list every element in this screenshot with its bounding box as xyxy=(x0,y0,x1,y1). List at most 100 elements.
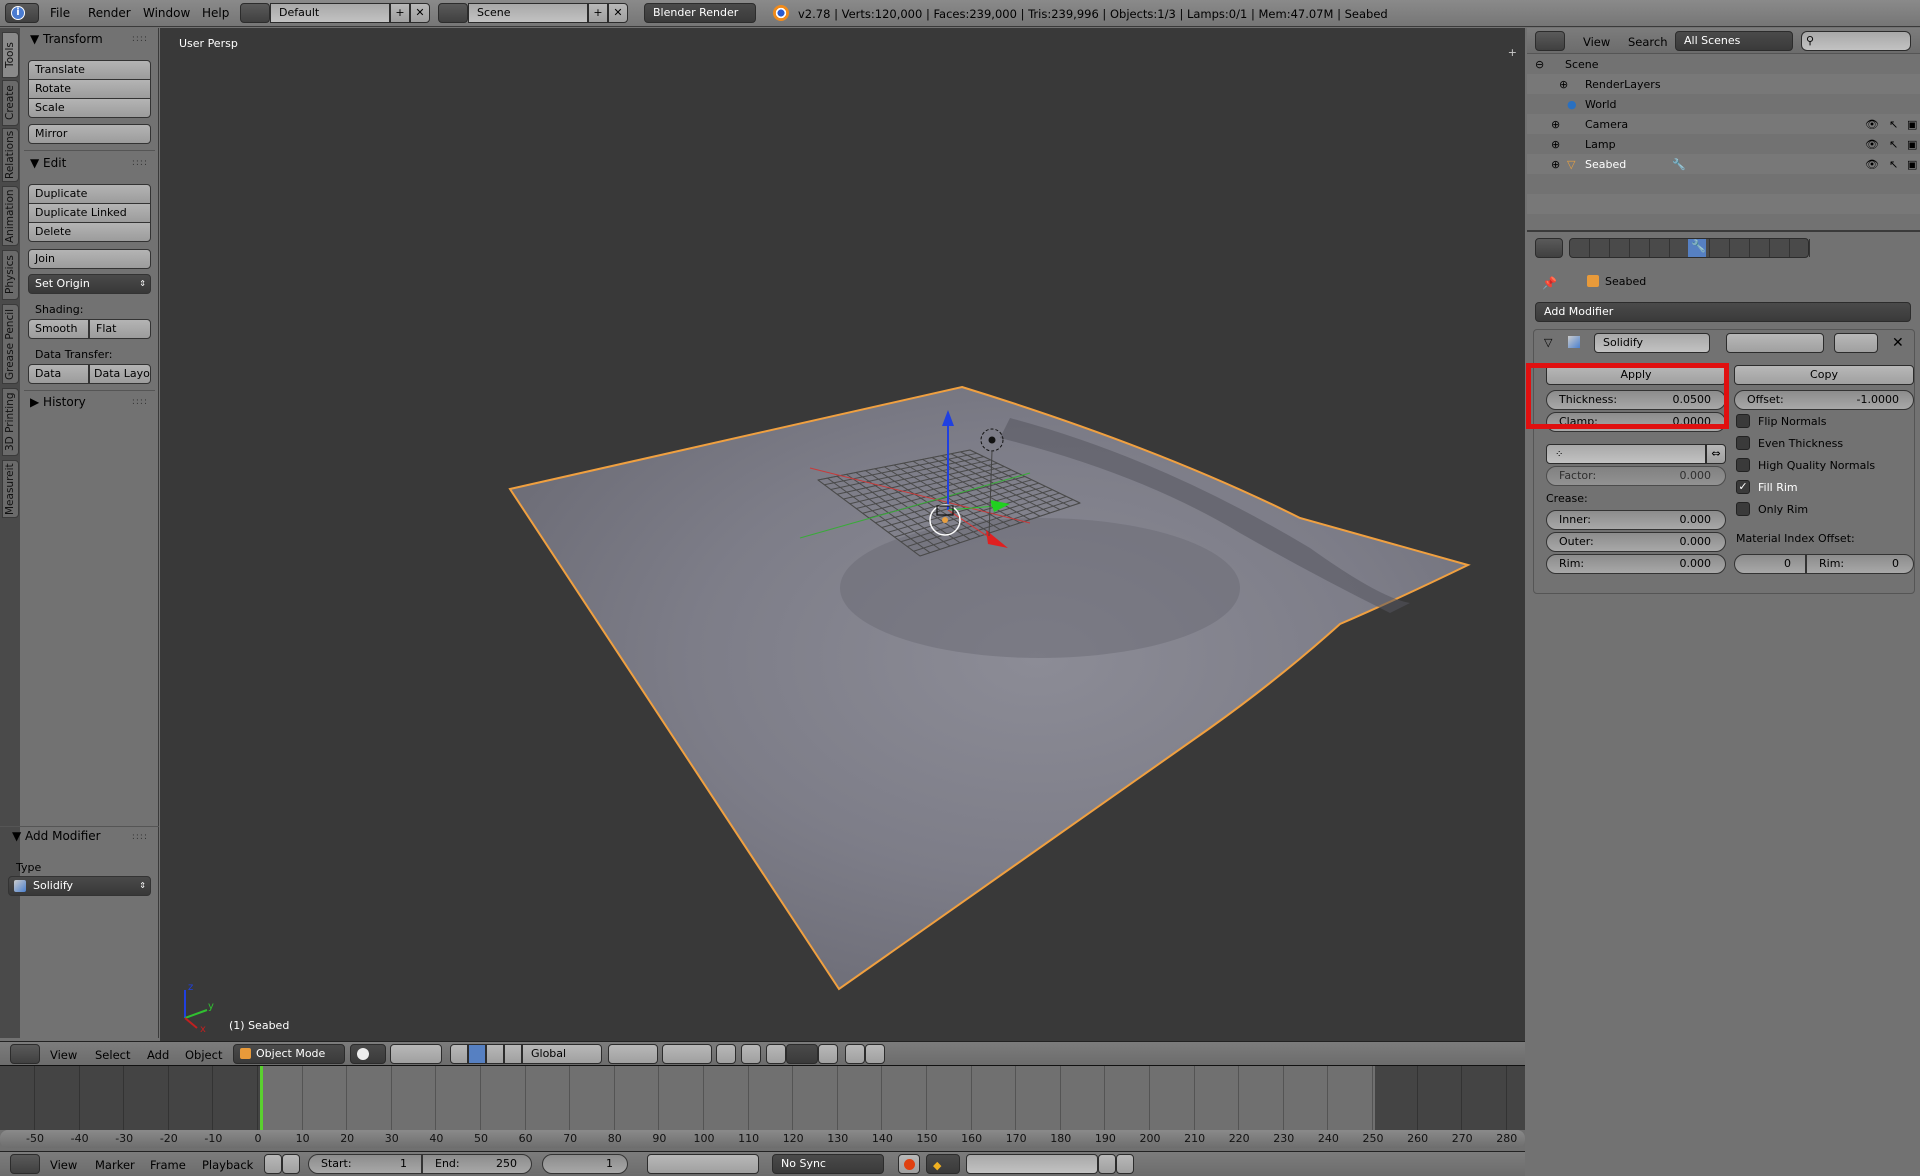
crease-inner-field[interactable]: Inner: 0.000 xyxy=(1546,510,1726,530)
mirror-button[interactable]: Mirror xyxy=(28,124,151,144)
render-camera-icon[interactable]: ▣ xyxy=(1907,138,1917,151)
3d-viewport[interactable]: User Persp + z y x (1) Seabed xyxy=(160,28,1525,1041)
tab-scene-icon[interactable] xyxy=(1610,239,1630,257)
wrench-modifier-icon[interactable]: 🔧 xyxy=(1672,158,1686,171)
select-cursor-icon[interactable]: ↖ xyxy=(1889,118,1898,131)
add-scene-button[interactable]: + xyxy=(588,3,608,23)
tab-texture-icon[interactable] xyxy=(1750,239,1770,257)
snap-toggle[interactable] xyxy=(766,1044,786,1064)
tab-3d-printing[interactable]: 3D Printing xyxy=(2,388,19,456)
move-modifier-buttons[interactable] xyxy=(1834,333,1878,353)
tab-physics-icon[interactable] xyxy=(1790,239,1810,257)
crease-outer-field[interactable]: Outer: 0.000 xyxy=(1546,532,1726,552)
menu-view[interactable]: View xyxy=(1583,35,1610,49)
modifier-tab-active[interactable]: 🔧 xyxy=(1688,239,1706,257)
tab-world-icon[interactable] xyxy=(1630,239,1650,257)
copy-button[interactable]: Copy xyxy=(1734,365,1914,385)
crease-rim-field[interactable]: Rim: 0.000 xyxy=(1546,554,1726,574)
outliner-search-input[interactable]: ⚲ xyxy=(1801,31,1911,51)
remove-modifier-icon[interactable]: ✕ xyxy=(1892,335,1904,351)
screen-layout-icon[interactable] xyxy=(240,3,270,23)
data-layout-button[interactable]: Data Layo xyxy=(89,364,151,384)
opengl-render-animation-button[interactable] xyxy=(865,1044,885,1064)
visibility-eye-icon[interactable]: 👁 xyxy=(1865,138,1879,151)
scale-button[interactable]: Scale xyxy=(28,98,151,118)
timeline-ruler[interactable]: -50 -40 -30 -20 -10 0 10 20 30 40 50 60 70 80 90 100 110… xyxy=(0,1130,1525,1148)
tab-particles-icon[interactable] xyxy=(1770,239,1790,257)
translate-manipulator-toggle[interactable] xyxy=(468,1044,486,1064)
tab-tools[interactable]: Tools xyxy=(2,32,19,78)
interaction-mode-select[interactable]: Object Mode xyxy=(233,1044,345,1064)
lock-layers-button[interactable] xyxy=(716,1044,736,1064)
menu-file[interactable]: File xyxy=(50,6,70,20)
outliner-row-camera[interactable]: ⊕ Camera 👁 ↖ ▣ xyxy=(1527,114,1920,134)
outliner-row-renderlayers[interactable]: ⊕ RenderLayers xyxy=(1527,74,1920,94)
menu-view[interactable]: View xyxy=(50,1158,77,1172)
delete-keyframe-button[interactable] xyxy=(1116,1154,1134,1174)
drag-grip-icon[interactable]: :::: xyxy=(132,832,148,842)
menu-playback[interactable]: Playback xyxy=(202,1158,253,1172)
transform-orientation-select[interactable]: Global xyxy=(522,1044,602,1064)
editor-type-outliner-button[interactable] xyxy=(1535,31,1565,51)
snap-element-select[interactable] xyxy=(786,1044,818,1064)
tab-render-icon[interactable] xyxy=(1570,239,1590,257)
tab-relations[interactable]: Relations xyxy=(2,128,19,182)
outliner-row-seabed[interactable]: ⊕ ▽ Seabed 🔧 👁 ↖ ▣ xyxy=(1527,154,1920,174)
tab-measureit[interactable]: Measureit xyxy=(2,460,19,518)
delete-screen-button[interactable]: ✕ xyxy=(410,3,430,23)
rotate-manipulator-toggle[interactable] xyxy=(486,1044,504,1064)
transform-panel-header[interactable]: ▼ Transform xyxy=(30,32,103,46)
outliner-row-scene[interactable]: ⊖ Scene xyxy=(1527,54,1920,74)
tab-render-layers-icon[interactable] xyxy=(1590,239,1610,257)
vertex-group-field[interactable]: ⁘ xyxy=(1546,444,1706,464)
flat-button[interactable]: Flat xyxy=(89,319,151,339)
tab-animation[interactable]: Animation xyxy=(2,186,19,246)
manipulator-toggle[interactable] xyxy=(450,1044,468,1064)
edit-panel-header[interactable]: ▼ Edit xyxy=(30,156,66,170)
add-modifier-operator-header[interactable]: ▼ Add Modifier xyxy=(12,829,101,843)
outliner-row-world[interactable]: ● World xyxy=(1527,94,1920,114)
material-offset-field[interactable]: 0 xyxy=(1734,554,1806,574)
menu-search[interactable]: Search xyxy=(1628,35,1668,49)
tab-object-icon[interactable] xyxy=(1650,239,1670,257)
high-quality-normals-checkbox[interactable] xyxy=(1736,458,1750,472)
select-cursor-icon[interactable]: ↖ xyxy=(1889,138,1898,151)
keying-mode-select[interactable]: ◆ xyxy=(926,1154,960,1174)
render-engine-select[interactable]: Blender Render xyxy=(644,3,756,23)
only-rim-checkbox[interactable] xyxy=(1736,502,1750,516)
playback-controls[interactable] xyxy=(647,1154,759,1174)
history-panel-header[interactable]: ▶ History xyxy=(30,395,86,409)
scene-layers-2[interactable] xyxy=(662,1044,712,1064)
proportional-edit-button[interactable] xyxy=(741,1044,761,1064)
viewport-shading-select[interactable] xyxy=(350,1044,386,1064)
expand-icon[interactable]: ⊕ xyxy=(1551,158,1560,171)
tab-material-icon[interactable] xyxy=(1730,239,1750,257)
visibility-eye-icon[interactable]: 👁 xyxy=(1865,118,1879,131)
opengl-render-image-button[interactable] xyxy=(845,1044,865,1064)
menu-marker[interactable]: Marker xyxy=(95,1158,135,1172)
editor-type-timeline-button[interactable] xyxy=(10,1154,40,1174)
render-camera-icon[interactable]: ▣ xyxy=(1907,118,1917,131)
visibility-eye-icon[interactable]: 👁 xyxy=(1865,158,1879,171)
modifier-display-toggles[interactable] xyxy=(1726,333,1824,353)
menu-render[interactable]: Render xyxy=(88,6,131,20)
offset-field[interactable]: Offset: -1.0000 xyxy=(1734,390,1914,410)
menu-add[interactable]: Add xyxy=(147,1048,169,1062)
sync-mode-select[interactable]: No Sync xyxy=(772,1154,884,1174)
modifier-name-input[interactable]: Solidify xyxy=(1594,333,1710,353)
info-editor-type-button[interactable]: i xyxy=(5,3,39,23)
set-origin-select[interactable]: Set Origin ⇕ xyxy=(28,274,151,294)
delete-button[interactable]: Delete xyxy=(28,222,151,242)
collapse-arrow-icon[interactable]: ▽ xyxy=(1544,336,1552,349)
menu-frame[interactable]: Frame xyxy=(150,1158,186,1172)
collapse-icon[interactable]: ⊖ xyxy=(1535,58,1544,71)
drag-grip-icon[interactable]: :::: xyxy=(132,397,148,407)
render-camera-icon[interactable]: ▣ xyxy=(1907,158,1917,171)
expand-icon[interactable]: ⊕ xyxy=(1551,118,1560,131)
data-button[interactable]: Data xyxy=(28,364,89,384)
keying-set-field[interactable] xyxy=(966,1154,1098,1174)
snap-target-button[interactable] xyxy=(818,1044,838,1064)
add-modifier-select[interactable]: Add Modifier xyxy=(1535,302,1911,322)
tab-grease-pencil[interactable]: Grease Pencil xyxy=(2,304,19,384)
drag-grip-icon[interactable]: :::: xyxy=(132,34,148,44)
